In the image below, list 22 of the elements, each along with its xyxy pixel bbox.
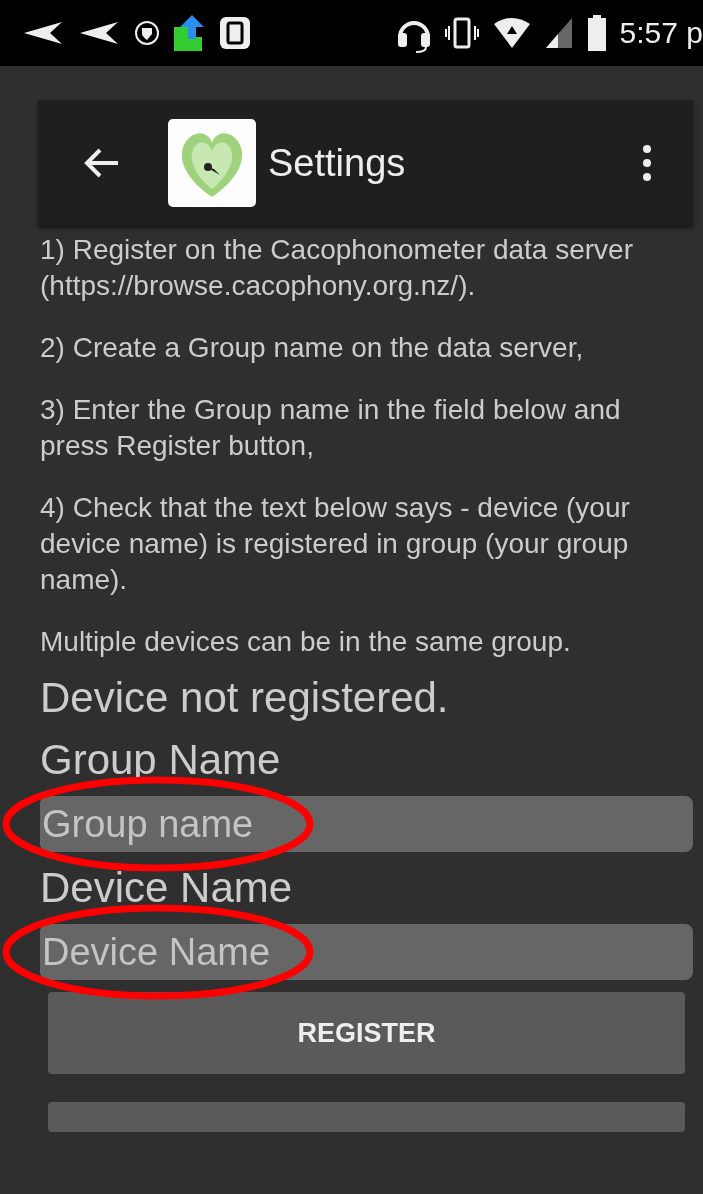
field-label: Group Name xyxy=(40,736,282,784)
status-time: 5:57 p xyxy=(619,16,703,50)
field-label: Device Name xyxy=(40,864,294,912)
wifi-icon xyxy=(491,16,532,50)
instruction-text: 2) Create a Group name on the data server, xyxy=(40,331,585,365)
overflow-menu-icon[interactable] xyxy=(641,143,653,183)
signal-icon xyxy=(543,16,574,50)
instruction-text: 4) Check that the text below says - device (your device name) is registered in group (your group name). xyxy=(40,491,631,597)
instruction-text: 3) Enter the Group name in the field below and press Register button, xyxy=(40,393,622,463)
registration-status: Device not registered. xyxy=(40,674,450,722)
input-field[interactable]: Device Name xyxy=(40,924,693,980)
vibrate-icon xyxy=(443,16,480,50)
input-field[interactable]: Group name xyxy=(40,796,693,852)
instruction-text: Multiple devices can be in the same group. xyxy=(40,625,572,659)
app-title: Settings xyxy=(268,141,407,185)
upload-icon xyxy=(172,13,206,53)
rotate-icon xyxy=(218,15,252,51)
battery-icon xyxy=(585,14,608,52)
register-button[interactable]: REGISTER xyxy=(48,992,685,1074)
shield-icon xyxy=(134,20,160,46)
instruction-text: 1) Register on the Cacophonometer data server (https://browse.cacophony.org.nz/). xyxy=(40,233,634,303)
logo-icon xyxy=(168,119,256,207)
